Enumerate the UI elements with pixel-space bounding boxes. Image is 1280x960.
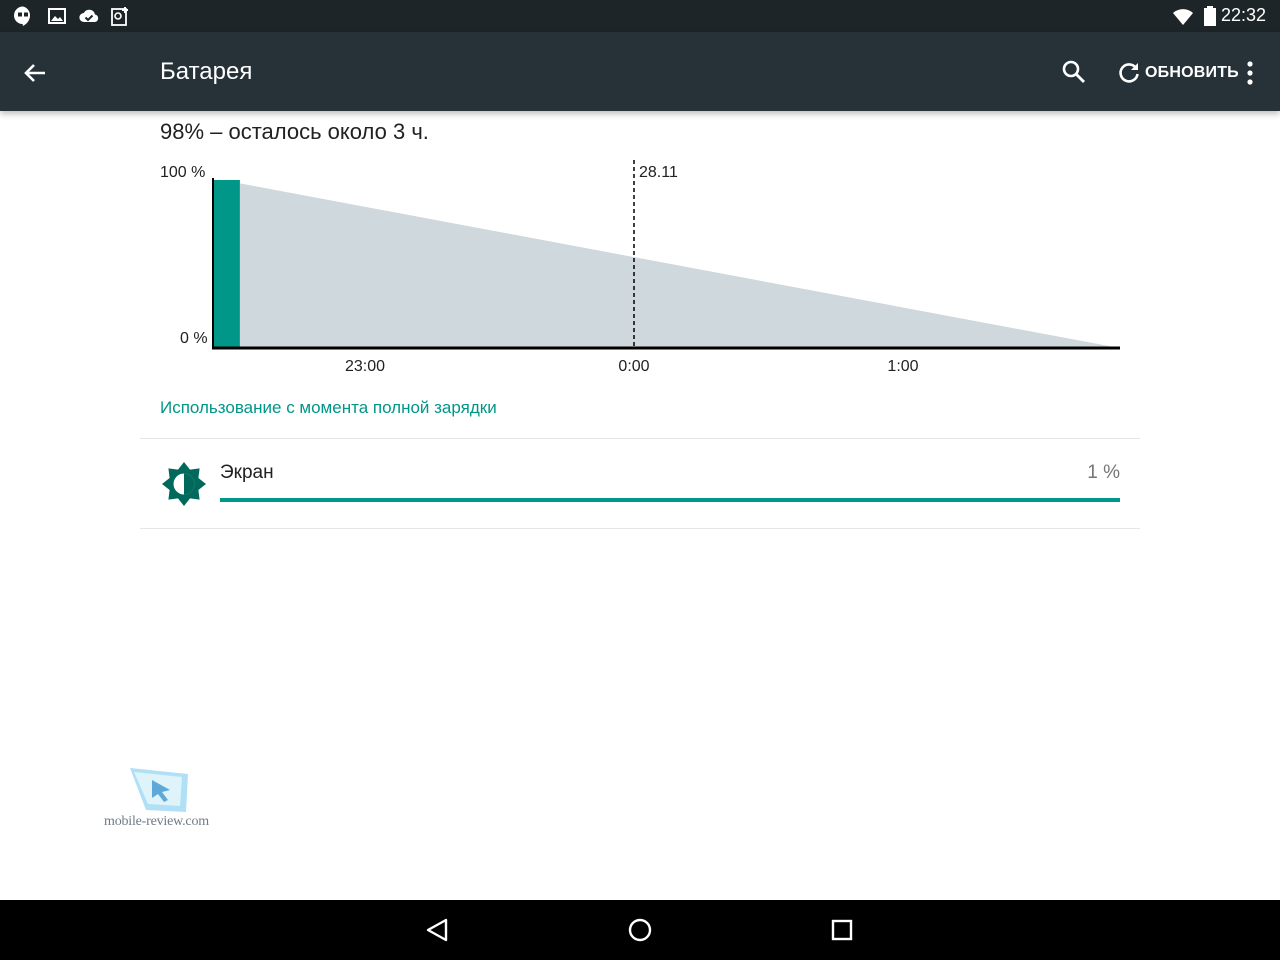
divider <box>140 438 1140 439</box>
cloud-check-icon <box>79 9 99 23</box>
home-nav-icon[interactable] <box>626 916 654 944</box>
battery-chart: 28.11 100 % 0 % 23:00 0:00 1:00 <box>160 160 1120 375</box>
usage-item-percent: 1 % <box>1087 462 1120 483</box>
status-time: 22:32 <box>1220 5 1266 25</box>
refresh-button[interactable]: ОБНОВИТЬ <box>1116 58 1239 88</box>
wifi-icon <box>1173 9 1193 25</box>
brightness-icon <box>162 462 206 506</box>
usage-item-screen[interactable]: Экран 1 % <box>140 440 1140 528</box>
back-arrow-icon[interactable] <box>20 58 50 88</box>
usage-progress-bar <box>220 498 1120 502</box>
date-marker-label: 28.11 <box>639 164 678 181</box>
y-label-max: 100 % <box>160 164 205 181</box>
back-nav-icon[interactable] <box>424 916 452 944</box>
usage-section-header: Использование с момента полной зарядки <box>160 398 497 417</box>
google-plus-icon <box>111 7 128 26</box>
usage-progress-fill <box>220 498 1120 502</box>
x-tick-label: 1:00 <box>887 358 918 375</box>
page-title: Батарея <box>160 58 253 85</box>
battery-summary: 98% – осталось около 3 ч. <box>160 119 429 144</box>
x-tick-label: 0:00 <box>618 358 649 375</box>
projected-discharge-area <box>239 183 1115 347</box>
refresh-label: ОБНОВИТЬ <box>1145 64 1239 81</box>
x-tick-label: 23:00 <box>345 358 385 375</box>
navigation-bar <box>0 900 1280 960</box>
app-bar: Батарея ОБНОВИТЬ <box>0 32 1280 111</box>
y-label-min: 0 % <box>180 330 208 347</box>
usage-item-label: Экран <box>220 462 274 483</box>
status-bar: 22:32 <box>0 0 1280 32</box>
gallery-icon <box>48 8 66 24</box>
actual-charge-bar <box>213 180 240 347</box>
watermark-text: mobile-review.com <box>104 814 209 829</box>
more-options-icon[interactable] <box>1238 58 1262 88</box>
hangouts-icon <box>14 6 31 26</box>
recents-nav-icon[interactable] <box>828 916 856 944</box>
search-icon[interactable] <box>1060 58 1088 86</box>
refresh-icon <box>1119 63 1139 83</box>
battery-icon <box>1204 6 1216 26</box>
divider <box>140 528 1140 529</box>
